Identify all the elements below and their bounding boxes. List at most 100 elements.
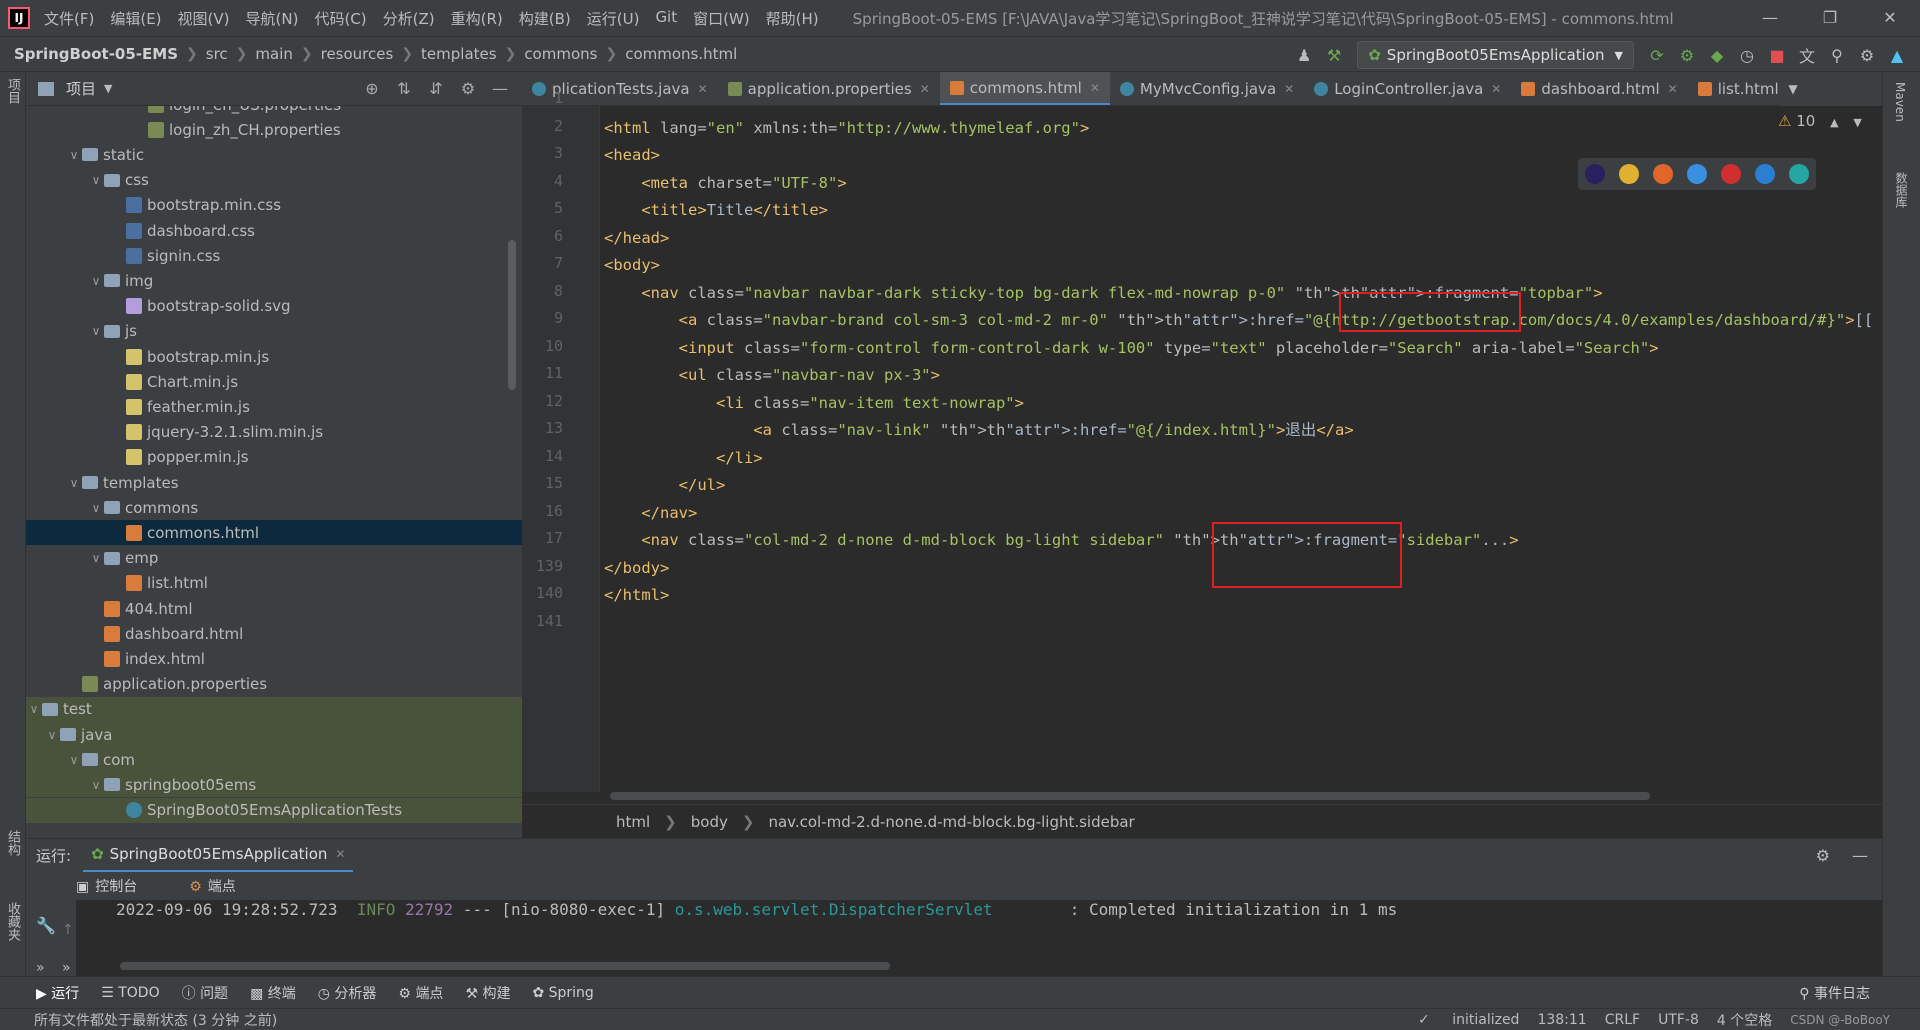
close-icon[interactable]: ✕ xyxy=(1491,82,1501,96)
tree-item[interactable]: list.html xyxy=(26,571,522,596)
tree-item[interactable]: jquery-3.2.1.slim.min.js xyxy=(26,420,522,445)
favorites-tool-button[interactable]: 收藏夹 xyxy=(3,902,22,941)
tree-item[interactable]: ∨ springboot05ems xyxy=(26,772,522,798)
chevron-down-icon[interactable]: ∨ xyxy=(66,753,82,767)
chevron-down-icon[interactable]: ∨ xyxy=(88,551,104,565)
console-tab[interactable]: ▣ 控制台 xyxy=(76,876,163,896)
menu-refactor[interactable]: 重构(R) xyxy=(451,8,503,29)
breadcrumb-file[interactable]: commons.html xyxy=(625,45,737,63)
chevron-up-icon[interactable]: ▲ xyxy=(1830,116,1838,129)
tree-scrollbar[interactable] xyxy=(508,240,516,390)
firefox-icon[interactable] xyxy=(1653,164,1673,184)
tool-problems[interactable]: ⓘ 问题 xyxy=(182,983,228,1003)
tool-spring[interactable]: ✿ Spring xyxy=(532,985,593,1001)
chevron-down-icon[interactable]: ∨ xyxy=(66,476,82,490)
editor-tab[interactable]: application.properties ✕ xyxy=(718,72,940,105)
close-icon[interactable]: ✕ xyxy=(1090,81,1100,95)
chevron-down-icon[interactable]: ∨ xyxy=(88,501,104,515)
project-panel-title[interactable]: 项目 xyxy=(66,78,96,99)
menu-window[interactable]: 窗口(W) xyxy=(693,8,750,29)
breadcrumb-src[interactable]: src xyxy=(206,45,228,63)
breadcrumb-project[interactable]: SpringBoot-05-EMS xyxy=(14,45,178,63)
structure-tool-button[interactable]: 结构 xyxy=(3,830,22,856)
tree-item[interactable]: application.properties xyxy=(26,672,522,697)
tree-item[interactable]: ∨ static xyxy=(26,142,522,167)
editor-tab[interactable]: commons.html ✕ xyxy=(939,72,1110,105)
chevron-down-icon[interactable]: ▼ xyxy=(104,82,112,95)
tree-item[interactable]: ∨ com xyxy=(26,747,522,773)
chevron-down-icon[interactable]: ▼ xyxy=(1853,116,1861,129)
run-config-select[interactable]: ✿ SpringBoot05EmsApplication ▼ xyxy=(1357,41,1634,69)
project-tool-button[interactable]: 项目 xyxy=(3,78,22,104)
translate-icon[interactable]: 文 xyxy=(1792,43,1822,67)
tree-item[interactable]: signin.css xyxy=(26,243,522,268)
editor-crumb-body[interactable]: body xyxy=(691,813,728,831)
chevron-down-icon[interactable]: ∨ xyxy=(88,274,104,288)
status-encoding[interactable]: UTF-8 xyxy=(1658,1012,1699,1028)
chevron-down-icon[interactable]: ∨ xyxy=(66,148,82,162)
menu-build[interactable]: 构建(B) xyxy=(519,8,571,29)
editor-crumb-html[interactable]: html xyxy=(616,813,650,831)
edge-icon[interactable] xyxy=(1789,164,1809,184)
menu-run[interactable]: 运行(U) xyxy=(587,8,640,29)
close-icon[interactable]: ✕ xyxy=(698,82,708,96)
expand-icon[interactable]: » xyxy=(36,960,45,976)
safari-icon[interactable] xyxy=(1687,164,1707,184)
endpoints-tab[interactable]: ⚙ 端点 xyxy=(189,876,262,896)
console-output[interactable]: 2022-09-06 19:28:52.723 INFO 22792 --- [… xyxy=(76,900,1882,970)
tree-item[interactable]: feather.min.js xyxy=(26,394,522,419)
editor-tab[interactable]: LoginController.java ✕ xyxy=(1304,72,1511,105)
tree-item[interactable]: ∨ commons xyxy=(26,495,522,520)
status-line-separator[interactable]: CRLF xyxy=(1605,1012,1640,1028)
maven-tool-button[interactable]: Maven xyxy=(1893,82,1907,122)
code-editor[interactable]: <!DOCTYPE html> <html lang="en" xmlns:th=… xyxy=(604,106,1874,792)
tree-item[interactable]: bootstrap.min.js xyxy=(26,344,522,369)
gear-icon[interactable]: ⚙ xyxy=(1852,46,1882,65)
locate-icon[interactable]: ⊕ xyxy=(356,79,388,98)
tool-todo[interactable]: ☰ TODO xyxy=(101,985,159,1001)
editor-horizontal-scrollbar[interactable] xyxy=(610,792,1650,800)
status-indent[interactable]: 4 个空格 xyxy=(1717,1010,1772,1030)
expand-icon[interactable]: » xyxy=(62,960,71,976)
menu-navigate[interactable]: 导航(N) xyxy=(246,8,299,29)
tree-item[interactable]: ∨ templates xyxy=(26,470,522,495)
coverage-icon[interactable]: ◆ xyxy=(1702,46,1732,65)
run-tab[interactable]: ✿ SpringBoot05EmsApplication ✕ xyxy=(83,839,354,873)
menu-code[interactable]: 代码(C) xyxy=(314,8,366,29)
chevron-down-icon[interactable]: ∨ xyxy=(88,324,104,338)
menu-help[interactable]: 帮助(H) xyxy=(766,8,819,29)
chevron-down-icon[interactable]: ∨ xyxy=(44,728,60,742)
breadcrumb-templates[interactable]: templates xyxy=(421,45,497,63)
tree-item[interactable]: commons.html xyxy=(26,520,522,546)
editor-tab[interactable]: dashboard.html ✕ xyxy=(1511,72,1687,105)
tool-run[interactable]: ▶ 运行 xyxy=(36,983,79,1003)
close-icon[interactable]: ✕ xyxy=(335,847,345,861)
stop-icon[interactable]: ■ xyxy=(1762,46,1792,65)
tool-terminal[interactable]: ▩ 终端 xyxy=(250,983,296,1003)
tree-item[interactable]: popper.min.js xyxy=(26,445,522,470)
menu-analyze[interactable]: 分析(Z) xyxy=(383,8,435,29)
tool-endpoints[interactable]: ⚙ 端点 xyxy=(398,983,443,1003)
menu-git[interactable]: Git xyxy=(655,8,677,29)
editor-tab[interactable]: plicationTests.java ✕ xyxy=(522,72,718,105)
build-hammer-icon[interactable]: ⚒ xyxy=(1319,46,1349,65)
chrome-icon[interactable] xyxy=(1619,164,1639,184)
minimize-icon[interactable]: — xyxy=(1740,0,1800,36)
close-icon[interactable]: ✕ xyxy=(1860,0,1920,36)
status-initialized[interactable]: ✓ initialized xyxy=(1418,1012,1519,1028)
tree-item[interactable]: ∨ css xyxy=(26,168,522,193)
rerun-icon[interactable]: ⟳ xyxy=(1642,46,1672,65)
editor-crumb-nav[interactable]: nav.col-md-2.d-none.d-md-block.bg-light.… xyxy=(768,813,1134,831)
tree-item[interactable]: Chart.min.js xyxy=(26,369,522,394)
jetbrains-toolbox-icon[interactable]: ▲ xyxy=(1882,46,1912,65)
chevron-down-icon[interactable]: ∨ xyxy=(88,173,104,187)
tree-item[interactable]: ∨ java xyxy=(26,722,522,747)
close-icon[interactable]: ✕ xyxy=(1668,82,1678,96)
breadcrumb-commons[interactable]: commons xyxy=(524,45,597,63)
chevron-down-icon[interactable]: ∨ xyxy=(26,702,42,716)
menu-view[interactable]: 视图(V) xyxy=(178,8,230,29)
menu-file[interactable]: 文件(F) xyxy=(44,8,94,29)
breadcrumb-main[interactable]: main xyxy=(255,45,292,63)
intellij-browser-icon[interactable] xyxy=(1585,164,1605,184)
tree-item[interactable]: dashboard.css xyxy=(26,218,522,243)
